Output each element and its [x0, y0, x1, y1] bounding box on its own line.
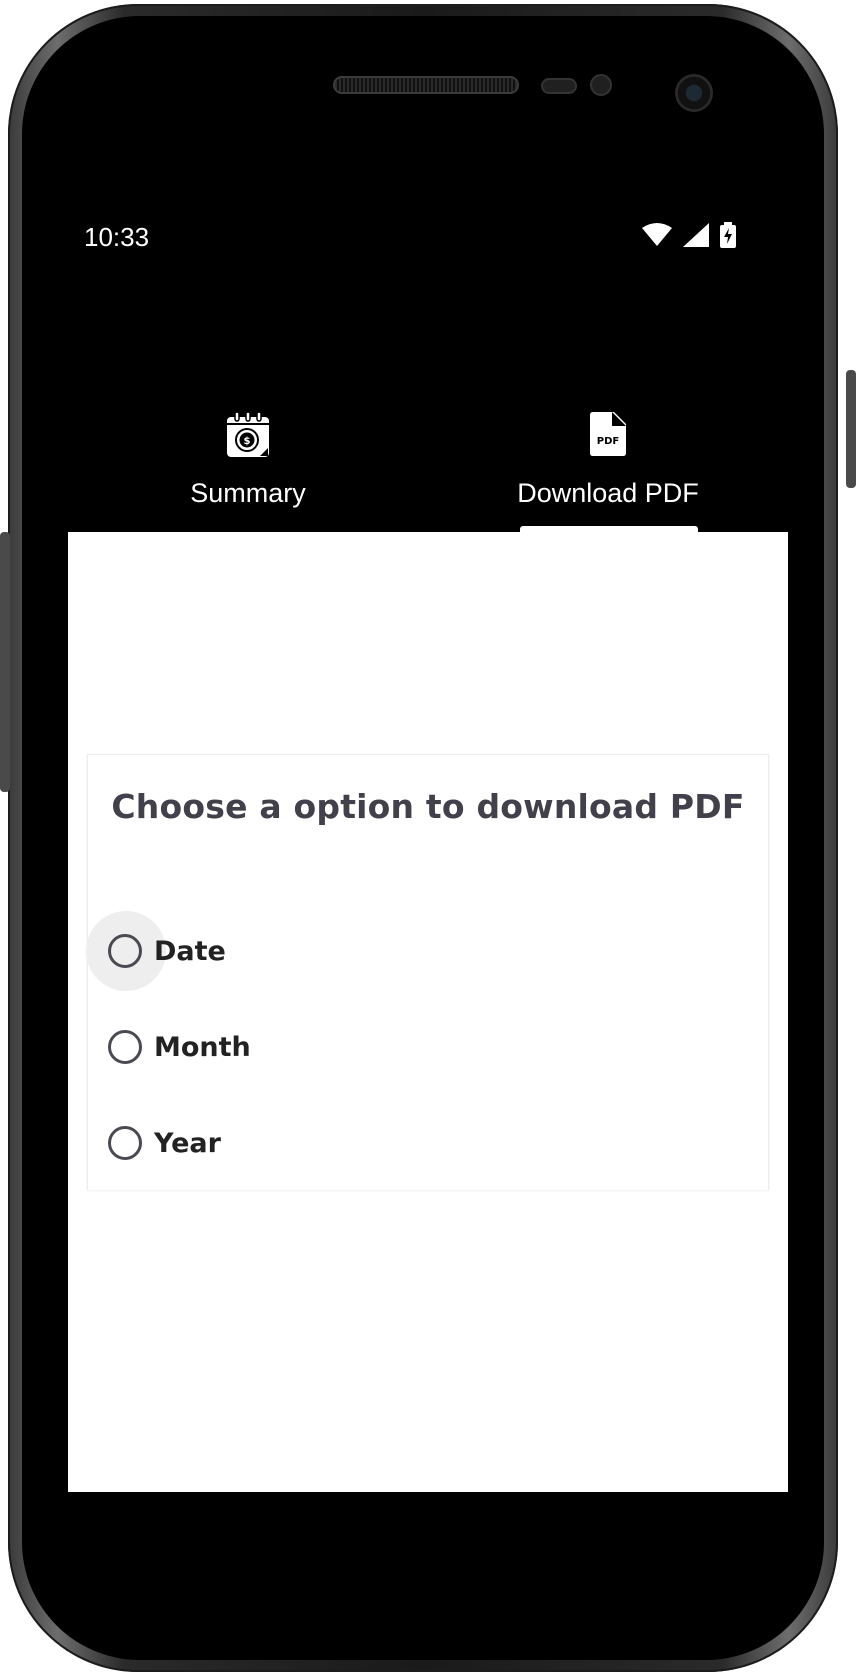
- light-sensor: [590, 74, 612, 96]
- device-screen: 10:33 $ Summary PDF Download PDF Choose …: [68, 212, 788, 1492]
- status-icons: [636, 222, 736, 252]
- tab-bar: $ Summary PDF Download PDF: [68, 392, 788, 532]
- proximity-sensor: [541, 78, 577, 94]
- option-year-label: Year: [154, 1127, 221, 1159]
- wifi-icon: [641, 223, 672, 246]
- content-area: Choose a option to download PDF Date Mon…: [68, 532, 788, 1492]
- pdf-file-icon: PDF: [590, 412, 626, 460]
- option-date[interactable]: Date: [86, 911, 500, 991]
- tab-download-pdf[interactable]: PDF Download PDF: [428, 392, 788, 532]
- tab-summary-label: Summary: [190, 478, 306, 508]
- calendar-dollar-icon: $: [226, 411, 270, 462]
- card-title: Choose a option to download PDF: [111, 787, 745, 826]
- option-year[interactable]: Year: [100, 1103, 500, 1183]
- front-camera: [675, 74, 713, 112]
- earpiece-speaker: [333, 76, 519, 94]
- cellular-signal-icon: [682, 223, 709, 247]
- radio-button-month[interactable]: [108, 1030, 142, 1064]
- download-options-card: Choose a option to download PDF Date Mon…: [86, 754, 769, 1190]
- battery-charging-icon: [720, 222, 736, 248]
- pdf-icon-text: PDF: [597, 436, 619, 447]
- radio-button-date[interactable]: [108, 934, 142, 968]
- power-button: [846, 370, 856, 488]
- status-bar: 10:33: [68, 212, 788, 264]
- tab-download-pdf-label: Download PDF: [517, 478, 699, 508]
- radio-button-year[interactable]: [108, 1126, 142, 1160]
- volume-button: [0, 532, 10, 792]
- status-time: 10:33: [84, 222, 150, 252]
- option-date-label: Date: [154, 935, 226, 967]
- option-month-label: Month: [154, 1031, 251, 1063]
- option-month[interactable]: Month: [100, 1007, 500, 1087]
- tab-summary[interactable]: $ Summary: [68, 392, 428, 532]
- svg-text:$: $: [244, 436, 251, 447]
